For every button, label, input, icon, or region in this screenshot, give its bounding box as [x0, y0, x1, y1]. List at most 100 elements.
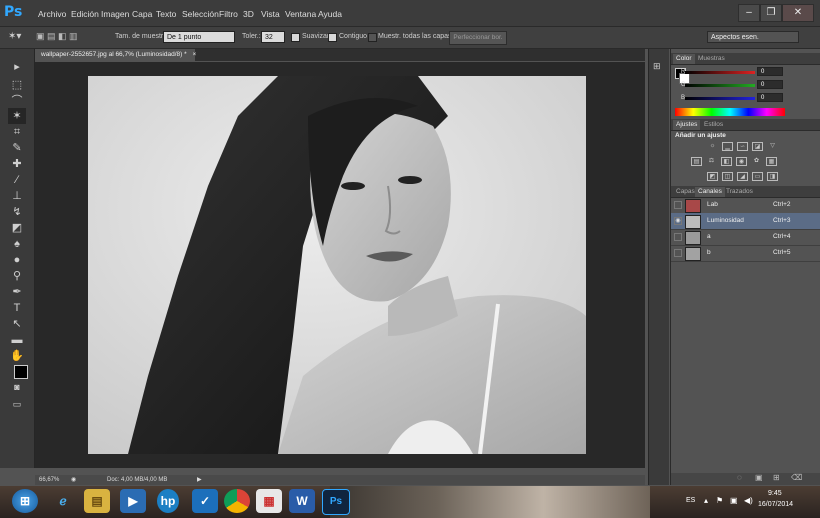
- quick-mask-icon[interactable]: ◙: [8, 379, 26, 395]
- magic-wand-tool-icon[interactable]: ✶: [8, 108, 26, 124]
- chrome-icon[interactable]: [224, 489, 250, 513]
- hue-saturation-icon[interactable]: ▤: [691, 157, 702, 166]
- new-channel-icon[interactable]: ⊞: [773, 473, 780, 482]
- menu-ayuda[interactable]: Ayuda: [318, 9, 342, 19]
- channel-g-value[interactable]: 0: [757, 80, 783, 89]
- screen-mode-icon[interactable]: ▭: [8, 396, 26, 412]
- menu-imagen[interactable]: Imagen: [101, 9, 129, 19]
- load-selection-icon[interactable]: ◌: [737, 473, 742, 482]
- visibility-toggle-icon[interactable]: [674, 249, 682, 257]
- apps-grid-icon[interactable]: ▦: [256, 489, 282, 513]
- document-tab-close-icon[interactable]: ×: [192, 51, 196, 58]
- history-brush-icon[interactable]: ↯: [8, 204, 26, 220]
- foreground-color-swatch[interactable]: [14, 365, 28, 379]
- color-balance-icon[interactable]: ⚖: [706, 157, 717, 166]
- pen-tool-icon[interactable]: ✒: [8, 284, 26, 300]
- channel-row-b[interactable]: b Ctrl+5: [671, 245, 820, 262]
- volume-icon[interactable]: ◀): [744, 496, 753, 505]
- minimize-button[interactable]: –: [738, 4, 760, 22]
- status-menu-arrow-icon[interactable]: ▶: [197, 475, 202, 485]
- vibrance-adjust-icon[interactable]: ▽: [767, 142, 778, 151]
- crop-tool-icon[interactable]: ⌗: [8, 124, 26, 140]
- word-icon[interactable]: W: [289, 489, 315, 513]
- shape-tool-icon[interactable]: ▬: [8, 332, 26, 348]
- restore-button[interactable]: ❐: [760, 4, 782, 22]
- menu-texto[interactable]: Texto: [156, 9, 176, 19]
- contiguous-checkbox[interactable]: [328, 33, 337, 42]
- curves-adjust-icon[interactable]: ∽: [737, 142, 748, 151]
- action-center-flag-icon[interactable]: ⚑: [716, 496, 723, 505]
- check-app-icon[interactable]: ✓: [192, 489, 218, 513]
- channel-row-luminosidad[interactable]: ◉ Luminosidad Ctrl+3: [671, 213, 820, 230]
- eyedropper-tool-icon[interactable]: ✎: [8, 140, 26, 156]
- history-panel-icon[interactable]: ⊞: [653, 61, 665, 73]
- gradient-map-icon[interactable]: ▭: [752, 172, 763, 181]
- menu-seleccion[interactable]: Selección: [182, 9, 219, 19]
- channel-row-a[interactable]: a Ctrl+4: [671, 229, 820, 246]
- threshold-icon[interactable]: ◢: [737, 172, 748, 181]
- channel-r-slider[interactable]: [685, 71, 755, 74]
- network-icon[interactable]: ▣: [730, 496, 738, 505]
- document-image[interactable]: [88, 76, 586, 454]
- channel-mixer-icon[interactable]: ✿: [751, 157, 762, 166]
- refine-edge-button[interactable]: Perfeccionar bor.: [449, 31, 507, 45]
- sample-all-checkbox[interactable]: [368, 33, 377, 42]
- internet-explorer-icon[interactable]: ℯ: [50, 489, 76, 513]
- hand-tool-icon[interactable]: ✋: [8, 348, 26, 364]
- lasso-tool-icon[interactable]: ⌒: [8, 93, 26, 109]
- menu-3d[interactable]: 3D: [243, 9, 254, 19]
- antialias-checkbox[interactable]: [291, 33, 300, 42]
- eraser-tool-icon[interactable]: ◩: [8, 220, 26, 236]
- menu-edicion[interactable]: Edición: [71, 9, 99, 19]
- tab-canales[interactable]: Canales: [695, 187, 725, 197]
- path-selection-icon[interactable]: ↖: [8, 316, 26, 332]
- media-player-icon[interactable]: ▶: [120, 489, 146, 513]
- sample-size-select[interactable]: De 1 punto: [163, 31, 235, 43]
- tab-estilos[interactable]: Estilos: [701, 120, 726, 130]
- color-spectrum-ramp[interactable]: [675, 108, 785, 116]
- invert-icon[interactable]: ◩: [707, 172, 718, 181]
- start-button-icon[interactable]: ⊞: [12, 489, 38, 513]
- clock-date[interactable]: 16/07/2014: [758, 501, 793, 508]
- menu-vista[interactable]: Vista: [261, 9, 280, 19]
- selective-color-icon[interactable]: ◨: [767, 172, 778, 181]
- menu-capa[interactable]: Capa: [132, 9, 152, 19]
- tab-color[interactable]: Color: [673, 54, 695, 64]
- tray-arrow-icon[interactable]: ▴: [704, 496, 708, 505]
- visibility-toggle-icon[interactable]: [674, 233, 682, 241]
- file-explorer-icon[interactable]: ▤: [84, 489, 110, 513]
- clock-time[interactable]: 9:45: [768, 490, 782, 497]
- brush-tool-icon[interactable]: ∕: [8, 172, 26, 188]
- color-lookup-icon[interactable]: ▦: [766, 157, 777, 166]
- photoshop-taskbar-icon[interactable]: Ps: [322, 489, 350, 515]
- document-tab[interactable]: wallpaper-2552657.jpg al 66,7% (Luminosi…: [35, 49, 196, 61]
- save-selection-icon[interactable]: ▣: [755, 473, 763, 482]
- hp-icon[interactable]: hp: [157, 489, 179, 513]
- delete-channel-icon[interactable]: ⌫: [791, 473, 802, 482]
- marquee-tool-icon[interactable]: ⬚: [8, 77, 26, 93]
- workspace-select[interactable]: Aspectos esen.: [707, 31, 799, 43]
- stamp-tool-icon[interactable]: ⊥: [8, 188, 26, 204]
- healing-brush-icon[interactable]: ✚: [8, 156, 26, 172]
- status-info-icon[interactable]: ◉: [71, 475, 76, 485]
- channel-b-slider[interactable]: [685, 97, 755, 100]
- posterize-icon[interactable]: ◫: [722, 172, 733, 181]
- channel-row-lab[interactable]: Lab Ctrl+2: [671, 197, 820, 214]
- menu-ventana[interactable]: Ventana: [285, 9, 316, 19]
- black-white-icon[interactable]: ◧: [721, 157, 732, 166]
- brightness-adjust-icon[interactable]: ☼: [707, 142, 718, 151]
- channel-b-value[interactable]: 0: [757, 93, 783, 102]
- photo-filter-icon[interactable]: ◉: [736, 157, 747, 166]
- blur-tool-icon[interactable]: ●: [8, 252, 26, 268]
- visibility-toggle-icon[interactable]: [674, 201, 682, 209]
- visibility-eye-icon[interactable]: ◉: [674, 217, 682, 225]
- move-tool-icon[interactable]: ▸: [8, 59, 26, 75]
- tab-ajustes[interactable]: Ajustes: [673, 120, 701, 130]
- close-button[interactable]: ✕: [782, 4, 814, 22]
- paint-bucket-icon[interactable]: ♠: [8, 236, 26, 252]
- levels-adjust-icon[interactable]: ▁: [722, 142, 733, 151]
- magic-wand-preset-icon[interactable]: ✶▾: [8, 31, 21, 42]
- tolerance-input[interactable]: 32: [261, 31, 285, 43]
- exposure-adjust-icon[interactable]: ◪: [752, 142, 763, 151]
- channel-g-slider[interactable]: [685, 84, 755, 87]
